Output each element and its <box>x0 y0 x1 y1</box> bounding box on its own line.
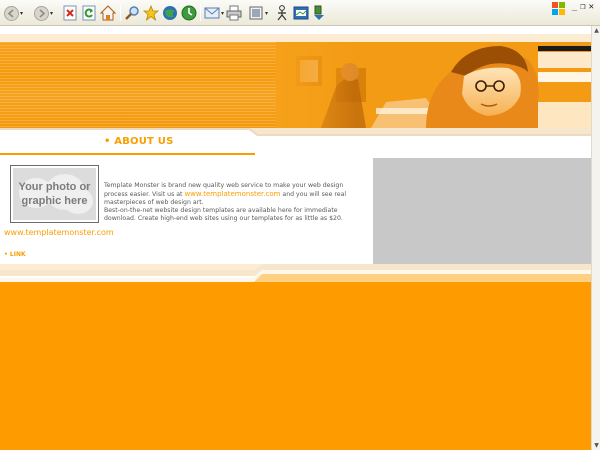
header-photo-image <box>276 42 591 128</box>
chevron-down-icon: ▾ <box>50 9 54 17</box>
about-underline <box>0 153 255 155</box>
back-icon <box>4 5 19 21</box>
scroll-down-icon[interactable]: ▼ <box>592 441 600 450</box>
site-link[interactable]: www.templatemonster.com <box>4 228 114 237</box>
refresh-icon <box>82 5 96 21</box>
media-button[interactable] <box>162 4 178 22</box>
chevron-down-icon: ▾ <box>20 9 24 17</box>
search-icon <box>125 6 139 20</box>
browser-toolbar: ▾ ▾ ▾ ▾ _ ❐ ✕ <box>0 0 600 26</box>
orange-footer-area <box>0 282 591 450</box>
print-icon <box>226 5 242 21</box>
print-button[interactable] <box>226 4 242 22</box>
header-notch-decoration <box>0 128 591 136</box>
chevron-down-icon: ▾ <box>221 9 225 17</box>
photo-placeholder-text: Your photo or graphic here <box>18 181 91 207</box>
messenger-button[interactable] <box>275 4 289 22</box>
back-button[interactable]: ▾ <box>4 4 23 22</box>
tools-icon <box>314 5 324 20</box>
edit-button[interactable]: ▾ <box>248 4 268 22</box>
photo-placeholder: Your photo or graphic here <box>10 165 99 223</box>
research-button[interactable] <box>293 4 309 22</box>
web-page: • ABOUT US Your photo or graphic here ww… <box>0 26 591 450</box>
mail-icon <box>204 7 220 19</box>
about-us-heading: • ABOUT US <box>104 136 174 147</box>
favorites-button[interactable] <box>143 4 159 22</box>
photo-placeholder-inner: Your photo or graphic here <box>13 168 96 220</box>
header-light-band <box>0 34 591 42</box>
chevron-down-icon: ▾ <box>265 9 269 17</box>
refresh-button[interactable] <box>82 4 96 22</box>
restore-button[interactable]: ❐ <box>580 2 585 12</box>
top-strip <box>0 26 591 34</box>
home-button[interactable] <box>100 4 116 22</box>
search-button[interactable] <box>124 4 140 22</box>
favorites-icon <box>143 5 159 21</box>
stop-button[interactable] <box>63 4 77 22</box>
grey-content-panel <box>373 158 591 264</box>
windows-logo-icon <box>552 2 566 16</box>
forward-icon <box>34 5 49 21</box>
vertical-scrollbar[interactable]: ▲ ▼ <box>591 26 600 450</box>
close-button[interactable]: ✕ <box>589 2 594 12</box>
site-header-banner <box>0 42 591 128</box>
edit-icon <box>249 6 263 20</box>
about-body-text: Template Monster is brand new quality we… <box>104 182 366 223</box>
link-nav-item[interactable]: • LINK <box>4 251 26 258</box>
tools-button[interactable] <box>312 4 326 22</box>
scroll-up-icon[interactable]: ▲ <box>592 26 600 35</box>
history-button[interactable] <box>181 4 197 22</box>
mail-button[interactable]: ▾ <box>204 4 224 22</box>
messenger-icon <box>277 5 287 21</box>
minimize-button[interactable]: _ <box>572 2 577 12</box>
window-controls: _ ❐ ✕ <box>572 2 594 12</box>
about-paragraph-2: Best-on-the-net website design templates… <box>104 207 343 222</box>
stop-icon <box>63 5 77 21</box>
forward-button[interactable]: ▾ <box>34 4 53 22</box>
history-icon <box>181 5 197 21</box>
media-icon <box>163 6 177 20</box>
home-icon <box>100 5 116 21</box>
about-inline-link[interactable]: www.templatemonster.com <box>184 190 280 198</box>
research-icon <box>293 6 309 20</box>
